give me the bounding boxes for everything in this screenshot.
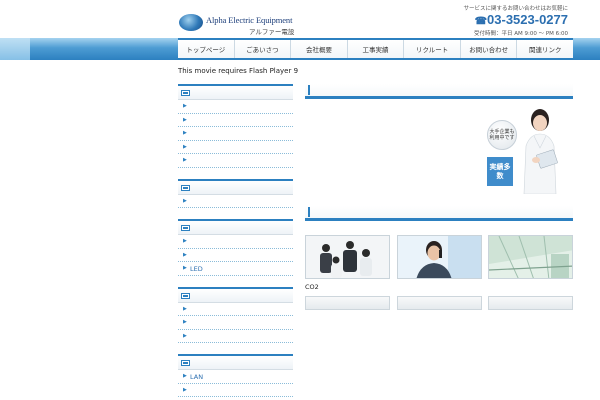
sidebar: ▶ ▶ ▶ ▶ ▶ ▶ ▶ ▶ ▶LED ▶ ▶ ▶ ▶LAN ▶ ▶ — [178, 84, 293, 400]
nav-item-top[interactable]: トップページ — [178, 40, 235, 58]
heading-marker-icon — [308, 207, 310, 217]
nav-item-recruit[interactable]: リクルート — [404, 40, 461, 58]
section-heading-bar — [305, 84, 573, 99]
info-card[interactable] — [488, 296, 573, 310]
sidebar-item-lan[interactable]: ▶ LAN — [178, 370, 293, 384]
phone-text: 03-3523-0277 — [487, 12, 568, 27]
photo-building[interactable] — [488, 235, 573, 279]
sidebar-heading — [178, 178, 293, 195]
site-header: Alpha Electric Equipment アルファー電設 サービスに関す… — [0, 0, 600, 38]
arrow-right-icon: ▶ — [183, 305, 187, 312]
sidebar-item[interactable]: ▶ — [178, 127, 293, 141]
nav-item-company[interactable]: 会社概要 — [291, 40, 348, 58]
arrow-right-icon: ▶ — [183, 332, 187, 339]
arrow-right-icon: ▶ — [183, 157, 187, 163]
sidebar-item[interactable]: ▶ — [178, 249, 293, 262]
nav-band-left — [0, 38, 30, 60]
arrow-right-icon: ▶ — [183, 373, 187, 379]
photo-man-phone[interactable] — [396, 235, 482, 279]
telephone-icon: ☎ — [474, 16, 488, 27]
sidebar-heading — [178, 354, 293, 370]
heading-marker-icon — [308, 85, 310, 95]
co2-caption: CO2 — [305, 283, 319, 291]
sidebar-item[interactable]: ▶ — [178, 114, 293, 127]
hero-banner[interactable]: 大手企業も利用中です 実績多数 — [476, 106, 572, 196]
heading-marker-icon — [182, 361, 189, 365]
sidebar-heading — [178, 219, 293, 235]
businesswoman-image — [523, 109, 558, 194]
man-on-phone-image — [397, 236, 481, 278]
logo-subtitle: アルファー電設 — [249, 28, 295, 36]
site-logo[interactable]: Alpha Electric Equipment アルファー電設 — [179, 13, 299, 37]
phone-number[interactable]: ☎03-3523-0277 — [463, 13, 568, 28]
sidebar-heading — [178, 84, 293, 100]
photo-gallery — [305, 235, 573, 279]
global-nav: トップページ ごあいさつ 会社概要 工事実績 リクルート お問い合わせ 関連リン… — [178, 38, 573, 60]
hero-badge: 実績多数 — [487, 157, 513, 186]
business-hours: 受付時間：平日 AM 9:00 〜 PM 6:00 — [473, 31, 568, 37]
sidebar-item[interactable]: ▶ — [178, 384, 293, 397]
sidebar-item[interactable]: ▶ — [178, 316, 293, 330]
nav-item-contact[interactable]: お問い合わせ — [461, 40, 518, 58]
arrow-right-icon: ▶ — [183, 116, 187, 123]
arrow-right-icon: ▶ — [183, 197, 187, 204]
arrow-right-icon: ▶ — [183, 143, 187, 150]
sidebar-item[interactable]: ▶ — [178, 195, 293, 208]
globe-logo-icon — [179, 14, 203, 31]
sidebar-heading — [178, 286, 293, 303]
hero-bubble: 大手企業も利用中です — [487, 120, 517, 150]
card-row — [305, 296, 573, 310]
contact-note: サービスに関するお問い合わせはお気軽に — [463, 6, 568, 12]
building-interior-image — [489, 236, 572, 278]
arrow-right-icon: ▶ — [183, 130, 187, 136]
team-meeting-image — [306, 236, 389, 278]
info-card[interactable] — [305, 296, 390, 310]
sidebar-item[interactable]: ▶ — [178, 330, 293, 343]
sidebar-item-led[interactable]: ▶ LED — [178, 262, 293, 276]
flash-notice: This movie requires Flash Player 9 — [178, 67, 299, 75]
logo-title: Alpha Electric Equipment — [206, 15, 293, 25]
contact-info: サービスに関するお問い合わせはお気軽に ☎03-3523-0277 受付時間：平… — [463, 4, 568, 37]
nav-item-links[interactable]: 関連リンク — [517, 40, 573, 58]
arrow-right-icon: ▶ — [183, 265, 187, 271]
sidebar-item[interactable]: ▶ — [178, 100, 293, 114]
section-heading-bar — [305, 206, 573, 221]
heading-marker-icon — [182, 293, 189, 298]
sidebar-item[interactable]: ▶ — [178, 235, 293, 249]
sidebar-item[interactable]: ▶ — [178, 141, 293, 154]
nav-item-works[interactable]: 工事実績 — [348, 40, 405, 58]
heading-marker-icon — [182, 91, 189, 95]
sidebar-item[interactable]: ▶ — [178, 154, 293, 168]
info-card[interactable] — [396, 296, 482, 310]
arrow-right-icon: ▶ — [183, 251, 187, 258]
heading-marker-icon — [182, 226, 189, 230]
arrow-right-icon: ▶ — [183, 319, 187, 325]
arrow-right-icon: ▶ — [183, 103, 187, 109]
arrow-right-icon: ▶ — [183, 386, 187, 393]
sidebar-item[interactable]: ▶ — [178, 303, 293, 316]
heading-marker-icon — [182, 185, 189, 190]
nav-item-greeting[interactable]: ごあいさつ — [235, 40, 292, 58]
arrow-right-icon: ▶ — [183, 238, 187, 244]
photo-team-meeting[interactable] — [305, 235, 390, 279]
